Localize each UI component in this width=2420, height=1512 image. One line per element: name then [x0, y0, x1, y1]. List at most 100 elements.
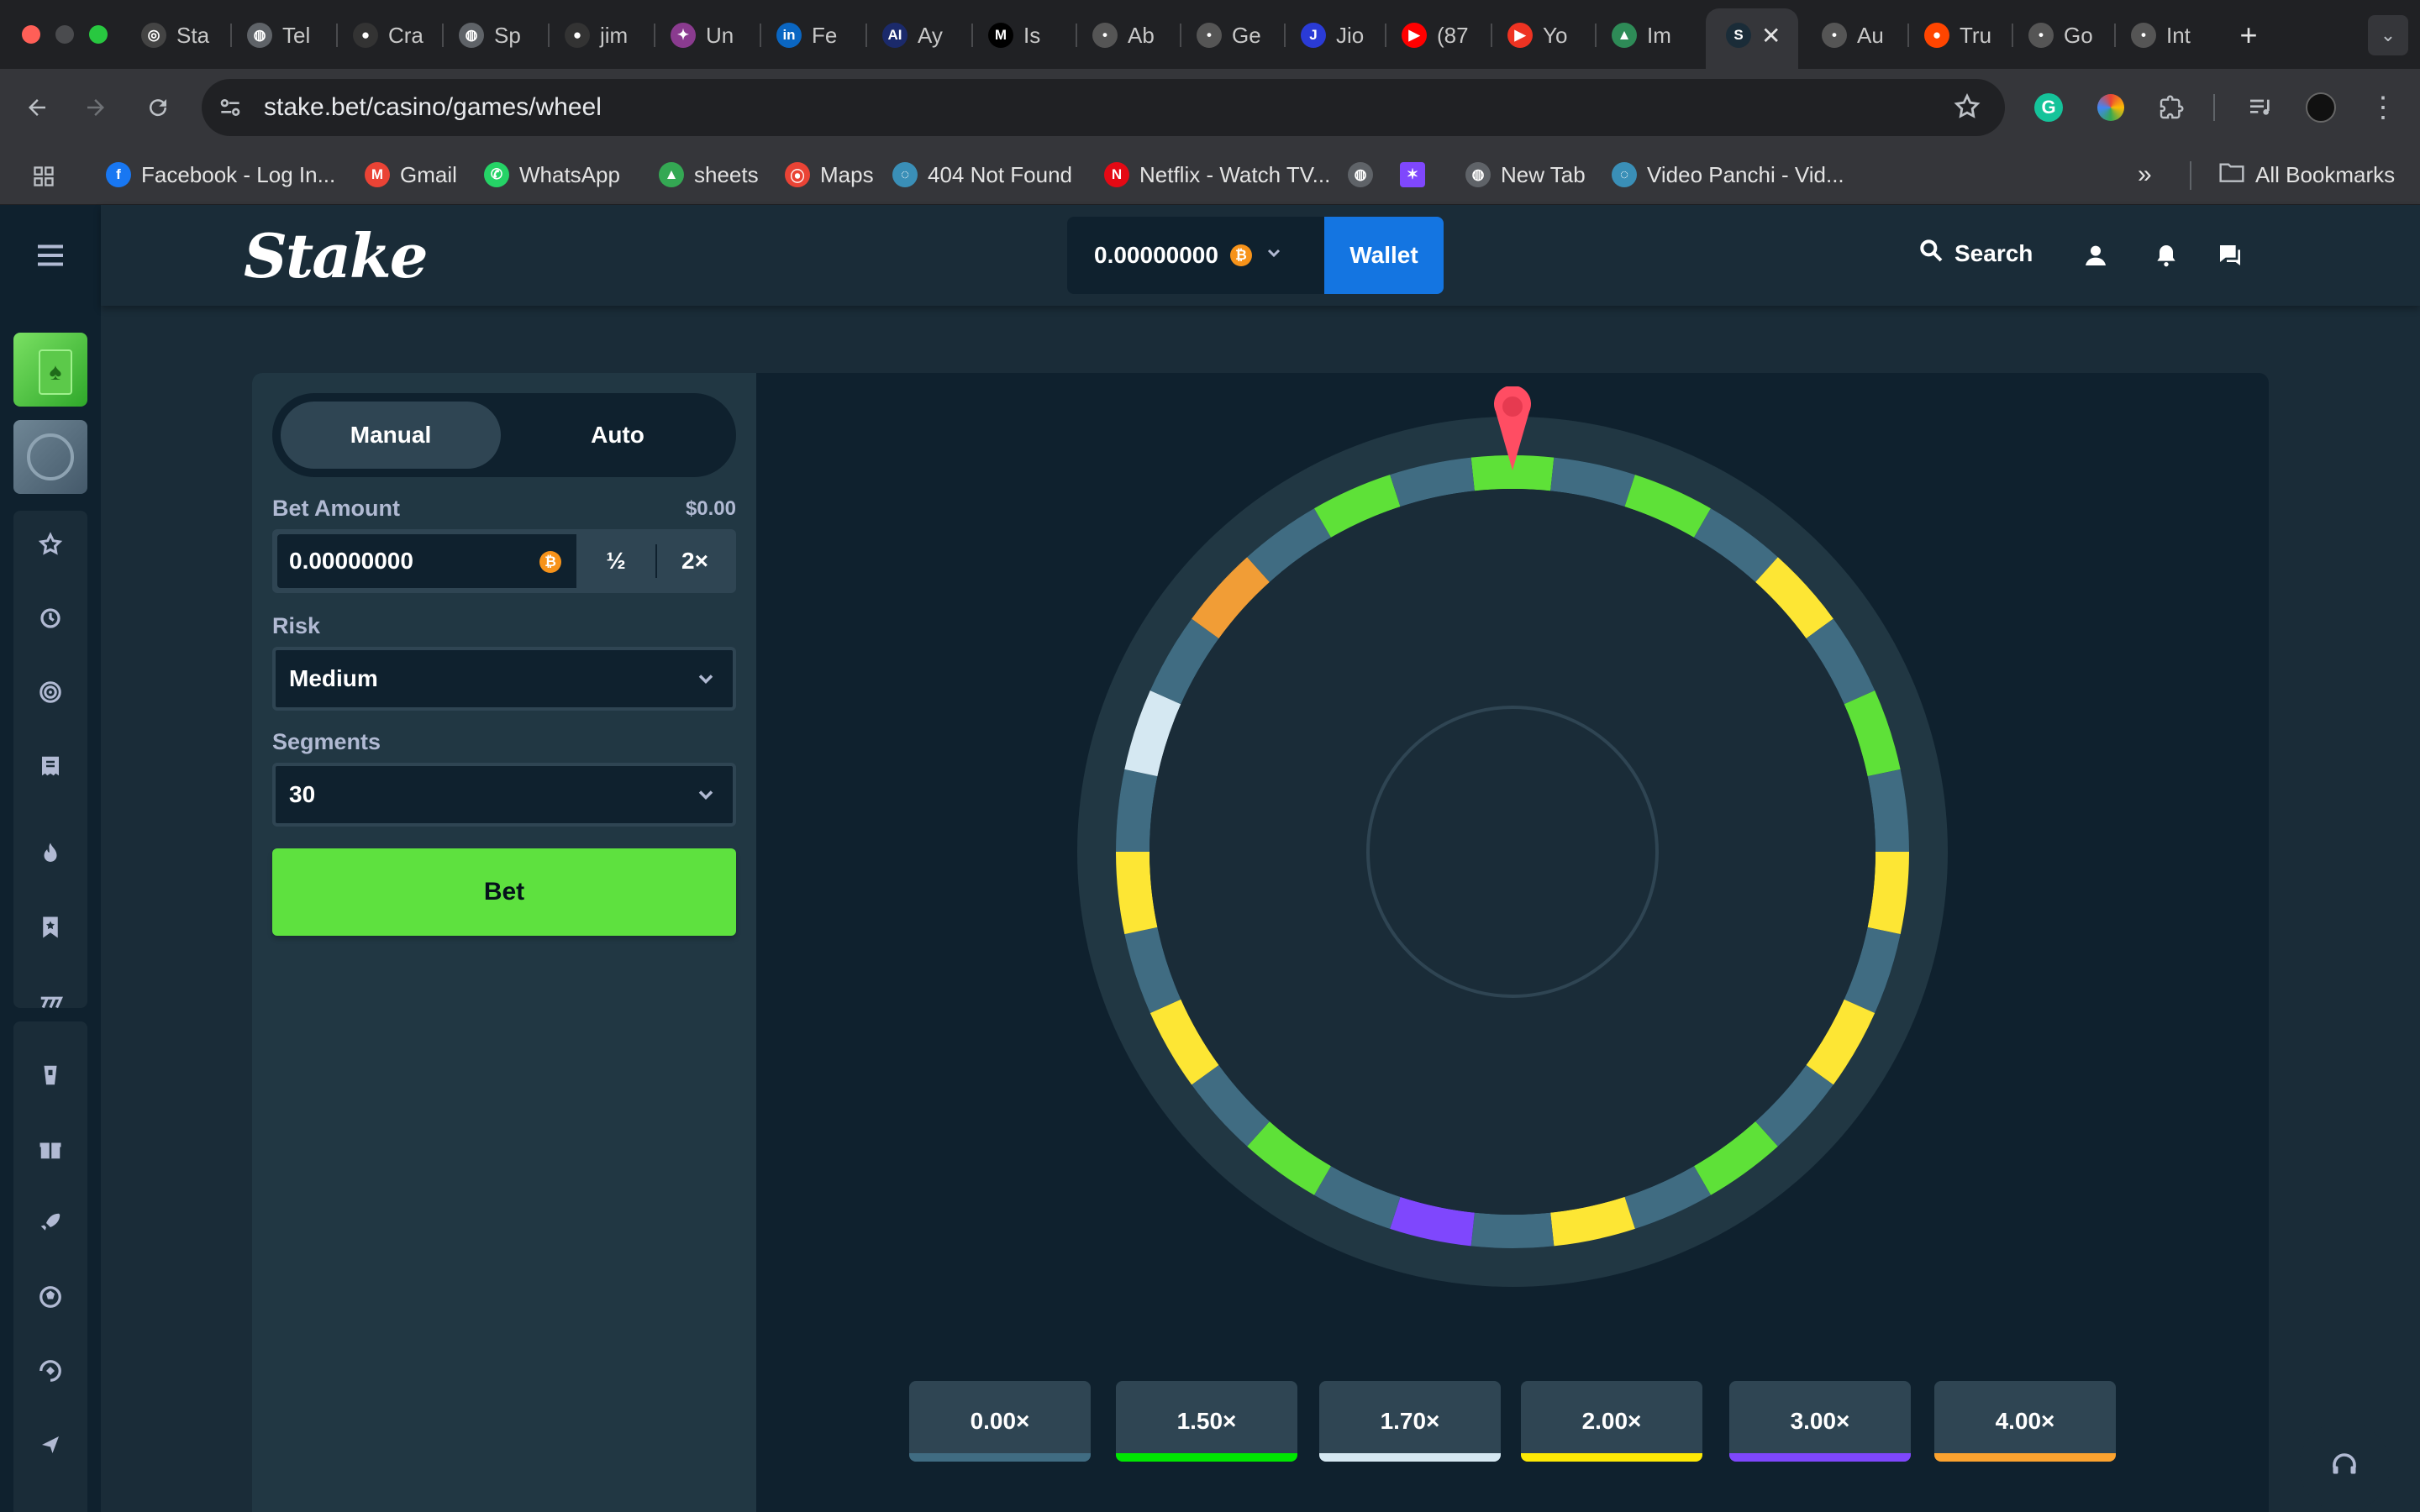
new-releases-icon[interactable]: [30, 907, 71, 948]
browser-tab[interactable]: ▶ Yo: [1507, 15, 1567, 55]
casino-card[interactable]: ♠: [13, 333, 87, 407]
half-bet-button[interactable]: ½: [578, 533, 654, 590]
url-text: stake.bet/casino/games/wheel: [264, 93, 602, 121]
close-tab-icon[interactable]: ✕: [1761, 15, 1781, 55]
site-icon: •: [1092, 23, 1118, 48]
risk-select[interactable]: Medium: [272, 647, 736, 711]
browser-tab[interactable]: • Ge: [1197, 15, 1261, 55]
bookmark-star-icon[interactable]: [1953, 92, 1981, 125]
browser-tab[interactable]: • Ab: [1092, 15, 1155, 55]
bookmark-item[interactable]: ✆ WhatsApp: [484, 158, 620, 192]
tab-title: Au: [1857, 22, 1884, 48]
browser-tab[interactable]: ▲ Im: [1612, 15, 1671, 55]
browser-tab[interactable]: ● Cra: [353, 15, 424, 55]
stake-icon: S: [1726, 23, 1751, 48]
browser-tab[interactable]: ◍ Sp: [459, 15, 521, 55]
browser-menu-icon[interactable]: ⋮: [2363, 87, 2403, 128]
browser-tab[interactable]: ◎ Sta: [141, 15, 209, 55]
vip-club-icon[interactable]: [30, 1351, 71, 1391]
support-button[interactable]: [2299, 1421, 2390, 1512]
browser-tab[interactable]: S: [1726, 15, 1751, 55]
color-extension-icon[interactable]: [2091, 87, 2131, 128]
browser-tab[interactable]: • Int: [2131, 15, 2191, 55]
segments-select[interactable]: 30: [272, 763, 736, 827]
maps-icon: ⦿: [785, 162, 810, 187]
double-bet-button[interactable]: 2×: [657, 533, 733, 590]
reload-icon[interactable]: [138, 87, 178, 128]
minimize-window-button[interactable]: [55, 25, 74, 44]
tab-search-button[interactable]: ⌄: [2368, 15, 2408, 55]
bookmark-item[interactable]: f Facebook - Log In...: [106, 158, 335, 192]
chat-icon[interactable]: [2210, 235, 2250, 276]
bookmark-globe-icon[interactable]: ◍: [1348, 158, 1373, 192]
bookmark-item[interactable]: ◌ 404 Not Found: [892, 158, 1072, 192]
all-bookmarks[interactable]: All Bookmarks: [2218, 158, 2395, 192]
stake-logo[interactable]: Stake: [244, 220, 429, 291]
multiplier-label: 4.00×: [1995, 1408, 2055, 1434]
grammarly-extension-icon[interactable]: G: [2028, 87, 2069, 128]
maximize-window-button[interactable]: [89, 25, 108, 44]
live-casino-icon[interactable]: [30, 1055, 71, 1095]
new-tab-button[interactable]: +: [2228, 15, 2269, 55]
favourites-icon[interactable]: [30, 524, 71, 564]
browser-tab[interactable]: • Go: [2028, 15, 2093, 55]
browser-tab[interactable]: ● jim: [565, 15, 628, 55]
bet-button[interactable]: Bet: [272, 848, 736, 936]
hot-games-icon[interactable]: [30, 833, 71, 874]
apps-grid-icon[interactable]: [24, 156, 64, 197]
profile-avatar[interactable]: [2301, 87, 2341, 128]
bet-amount-input[interactable]: 0.00000000 ₿: [276, 533, 578, 590]
search-button[interactable]: Search: [1918, 237, 2033, 270]
browser-tab[interactable]: ▶ (87: [1402, 15, 1469, 55]
browser-tab[interactable]: J Jio: [1301, 15, 1364, 55]
bookmark-item[interactable]: ◍ New Tab: [1465, 158, 1586, 192]
bookmark-star-app[interactable]: ✶: [1400, 158, 1425, 192]
forward-icon[interactable]: [76, 87, 116, 128]
bookmark-label: Facebook - Log In...: [141, 161, 336, 187]
media-controls-icon[interactable]: [2240, 87, 2281, 128]
back-icon[interactable]: [17, 87, 57, 128]
balance-selector[interactable]: 0.00000000 ₿: [1067, 217, 1326, 294]
manual-tab[interactable]: Manual: [281, 402, 501, 469]
notifications-icon[interactable]: [2146, 235, 2186, 276]
bookmark-item[interactable]: M Gmail: [365, 158, 457, 192]
wallet-button[interactable]: Wallet: [1324, 217, 1444, 294]
bookmark-item[interactable]: ▲ sheets: [659, 158, 759, 192]
tab-title: Go: [2064, 22, 2093, 48]
menu-toggle-icon[interactable]: [30, 235, 71, 276]
browser-tab[interactable]: in Fe: [776, 15, 837, 55]
browser-tab[interactable]: M Is: [988, 15, 1040, 55]
multiplier-label: 1.70×: [1380, 1408, 1440, 1434]
close-window-button[interactable]: [22, 25, 40, 44]
bookmark-item[interactable]: ⦿ Maps: [785, 158, 874, 192]
browser-tab[interactable]: ● Tru: [1924, 15, 1991, 55]
recent-icon[interactable]: [30, 598, 71, 638]
address-bar[interactable]: stake.bet/casino/games/wheel: [202, 79, 2005, 136]
my-bets-icon[interactable]: [30, 746, 71, 786]
challenges-icon[interactable]: [30, 672, 71, 712]
browser-tab[interactable]: ✦ Un: [671, 15, 734, 55]
bookmark-item[interactable]: ◌ Video Panchi - Vid...: [1612, 158, 1844, 192]
browser-tab[interactable]: • Au: [1822, 15, 1884, 55]
promotions-icon[interactable]: [30, 1129, 71, 1169]
user-icon[interactable]: [2075, 235, 2116, 276]
github-icon: ●: [565, 23, 590, 48]
tab-title: Ay: [918, 22, 943, 48]
browser-tab[interactable]: ◍ Tel: [247, 15, 310, 55]
slots-icon[interactable]: [30, 981, 71, 1021]
extensions-icon[interactable]: [2151, 87, 2191, 128]
bookmarks-overflow-icon[interactable]: »: [2138, 158, 2152, 192]
auto-tab[interactable]: Auto: [508, 402, 728, 469]
bookmark-item[interactable]: N Netflix - Watch TV...: [1104, 158, 1330, 192]
originals-icon[interactable]: [30, 1203, 71, 1243]
browser-tab[interactable]: AI Ay: [882, 15, 943, 55]
active-tab[interactable]: [1706, 8, 1798, 69]
mode-toggle: Manual Auto: [272, 393, 736, 477]
sponsorships-icon[interactable]: [30, 1277, 71, 1317]
site-info-icon[interactable]: [217, 94, 244, 125]
sports-card[interactable]: [13, 420, 87, 494]
wheel-center-disc: [1150, 489, 1876, 1215]
drive-icon: ▲: [659, 162, 684, 187]
bookmark-label: sheets: [694, 161, 759, 187]
affiliate-icon[interactable]: [30, 1425, 71, 1465]
